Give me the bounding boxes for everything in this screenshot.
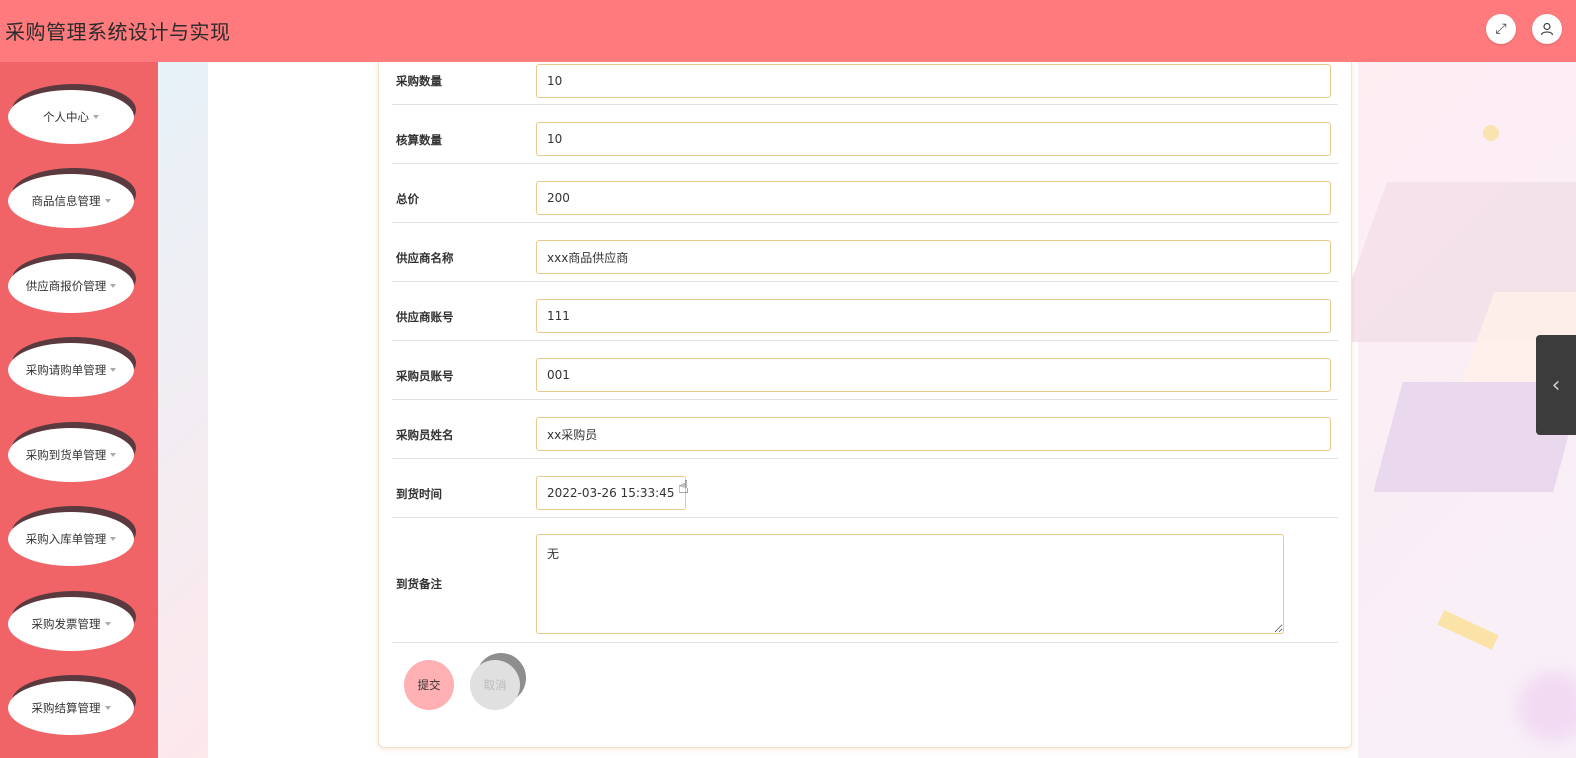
fullscreen-button[interactable]: ⤢ [1486,14,1516,44]
decoration-shape [1437,610,1499,650]
total-price-input[interactable] [536,181,1331,215]
caret-down-icon [93,115,99,119]
sidebar-item-label: 采购入库单管理 [25,532,107,546]
sidebar-item-label: 采购结算管理 [31,701,101,715]
app-title: 采购管理系统设计与实现 [5,20,231,44]
sidebar-item-purchase-settlement[interactable]: 采购结算管理 [8,675,136,735]
form-row-supplier-account: 供应商账号 [392,282,1338,341]
cancel-button[interactable]: 取消 [470,660,520,710]
supplier-name-input[interactable] [536,240,1331,274]
sidebar-item-purchase-invoice[interactable]: 采购发票管理 [8,591,136,651]
sidebar-item-label: 商品信息管理 [31,194,101,208]
buyer-account-input[interactable] [536,358,1331,392]
field-label: 供应商账号 [396,310,454,324]
chevron-left-icon: ‹ [1551,372,1561,398]
buyer-name-input[interactable] [536,417,1331,451]
sidebar-item-personal-center[interactable]: 个人中心 [8,84,136,144]
form-card: 采购数量 核算数量 总价 供应商名称 供应商账号 采购员账号 采购员姓名 到货时… [378,62,1352,748]
field-label: 总价 [396,192,419,206]
form-row-supplier-name: 供应商名称 [392,223,1338,282]
field-label: 供应商名称 [396,251,454,265]
sidebar-item-label: 采购到货单管理 [25,448,107,462]
arrival-remark-textarea[interactable]: 无 [536,534,1284,634]
form-row-buyer-account: 采购员账号 [392,341,1338,400]
caret-down-icon [104,199,111,203]
arrival-time-input[interactable] [536,476,686,510]
field-label: 采购数量 [396,74,442,88]
top-header: 采购管理系统设计与实现 ⤢ [0,0,1576,62]
form-row-buyer-name: 采购员姓名 [392,400,1338,459]
user-button[interactable] [1532,14,1562,44]
form-row-arrival-remark: 到货备注 无 [392,518,1338,643]
side-drawer-toggle[interactable]: ‹ [1536,335,1576,435]
caret-down-icon [104,622,111,626]
sidebar-item-purchase-arrival[interactable]: 采购到货单管理 [8,422,136,482]
decoration-blob [1518,672,1576,742]
sidebar-item-label: 个人中心 [43,110,89,124]
sidebar-item-purchase-request[interactable]: 采购请购单管理 [8,337,136,397]
sidebar-item-label: 采购请购单管理 [25,363,107,377]
supplier-account-input[interactable] [536,299,1331,333]
purchase-quantity-input[interactable] [536,64,1331,98]
form-row-arrival-time: 到货时间 [392,459,1338,518]
field-label: 采购员姓名 [396,428,454,442]
form-row-purchase-quantity: 采购数量 [392,62,1338,105]
sidebar-item-label: 采购发票管理 [31,617,101,631]
caret-down-icon [110,453,117,457]
field-label: 采购员账号 [396,369,454,383]
field-label: 到货备注 [396,577,442,591]
accounting-quantity-input[interactable] [536,122,1331,156]
form-row-accounting-quantity: 核算数量 [392,105,1338,164]
sidebar-item-supplier-quote[interactable]: 供应商报价管理 [8,253,136,313]
sidebar-item-product-info[interactable]: 商品信息管理 [8,168,136,228]
hand-pointer-cursor: ☝ [678,477,689,498]
form-row-total-price: 总价 [392,164,1338,223]
fullscreen-icon: ⤢ [1495,21,1507,37]
caret-down-icon [110,284,117,288]
sidebar-item-purchase-warehousing[interactable]: 采购入库单管理 [8,506,136,566]
field-label: 到货时间 [396,487,442,501]
caret-down-icon [110,368,117,372]
caret-down-icon [104,706,111,710]
sidebar-item-label: 供应商报价管理 [25,279,107,293]
sidebar: 个人中心 商品信息管理 供应商报价管理 采购请购单管理 采购到货单管理 采购入库… [0,62,158,758]
decoration-dot [1483,125,1499,141]
user-icon [1540,22,1554,36]
field-label: 核算数量 [396,133,442,147]
caret-down-icon [110,537,117,541]
submit-button[interactable]: 提交 [404,660,454,710]
